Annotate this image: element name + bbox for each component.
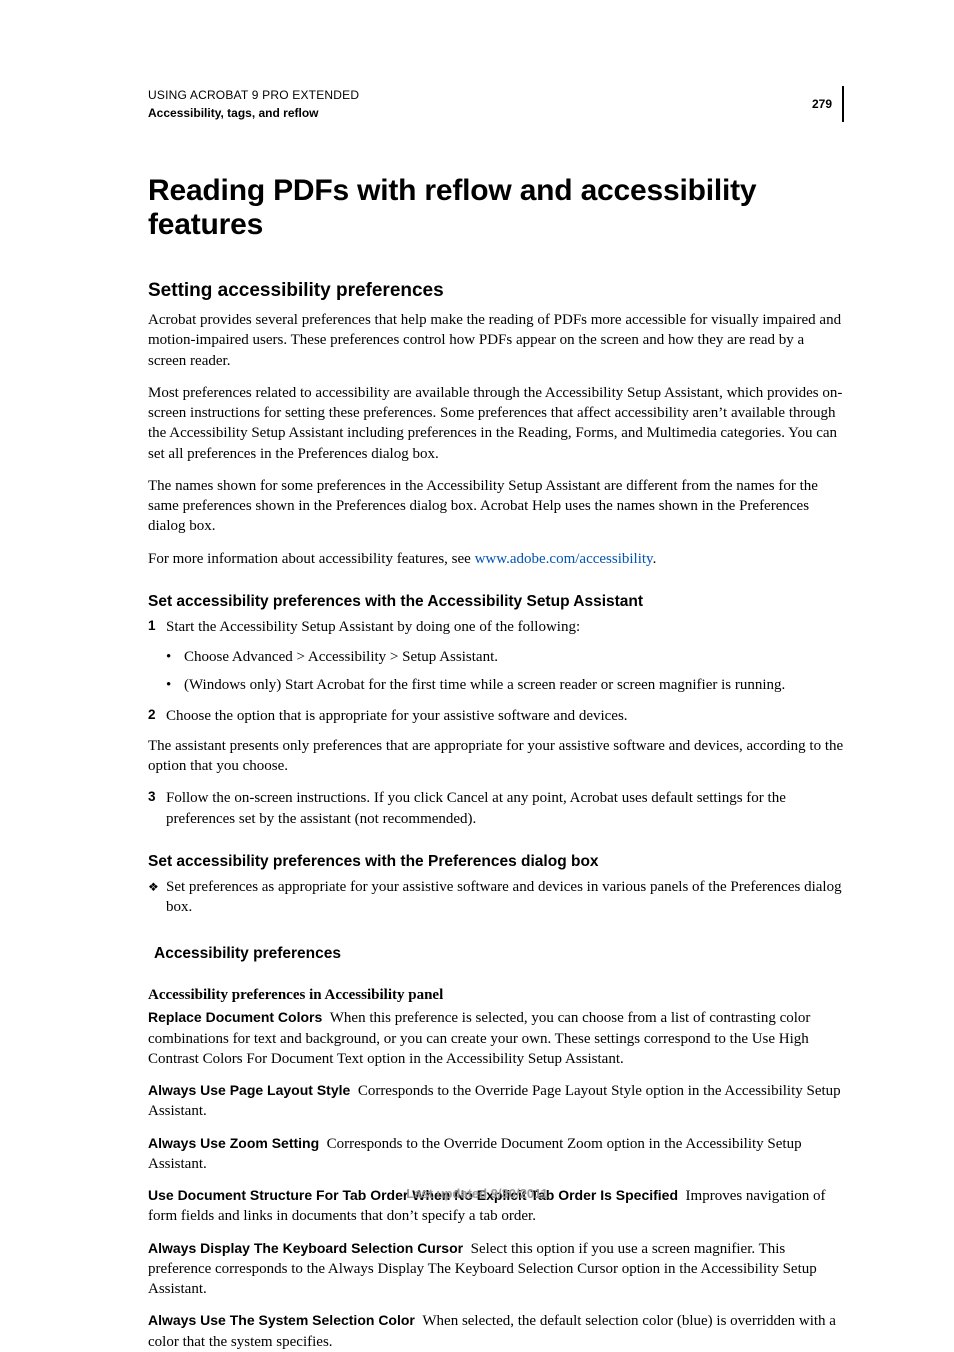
page-number-block: 279	[812, 86, 844, 122]
step-3-text: Follow the on-screen instructions. If yo…	[166, 788, 844, 829]
heading-prefs-dialog: Set accessibility preferences with the P…	[148, 853, 844, 871]
panel-title: Accessibility preferences in Accessibili…	[148, 987, 844, 1004]
footer-last-updated: Last updated 9/30/2011	[0, 1186, 954, 1201]
link-adobe-accessibility[interactable]: www.adobe.com/accessibility	[475, 551, 653, 567]
ordered-steps: 1 Start the Accessibility Setup Assistan…	[148, 617, 844, 637]
diamond-icon: ❖	[148, 877, 166, 918]
page-title: Reading PDFs with reflow and accessibili…	[148, 174, 844, 242]
def-keyboard-cursor: Always Display The Keyboard Selection Cu…	[148, 1239, 844, 1300]
def-term: Always Use Zoom Setting	[148, 1135, 319, 1151]
bullet-1: • Choose Advanced > Accessibility > Setu…	[148, 647, 844, 667]
diamond-1: ❖ Set preferences as appropriate for you…	[148, 877, 844, 918]
def-term: Replace Document Colors	[148, 1009, 322, 1025]
step-1: 1 Start the Accessibility Setup Assistan…	[148, 617, 844, 637]
heading-setting-prefs: Setting accessibility preferences	[148, 280, 844, 302]
step-marker-2: 2	[148, 706, 166, 726]
header-left: USING ACROBAT 9 PRO EXTENDED Accessibili…	[148, 86, 359, 122]
step-marker-3: 3	[148, 788, 166, 829]
step-1-text: Start the Accessibility Setup Assistant …	[166, 617, 844, 637]
def-term: Always Use Page Layout Style	[148, 1082, 350, 1098]
def-replace-colors: Replace Document Colors When this prefer…	[148, 1008, 844, 1069]
def-term: Always Display The Keyboard Selection Cu…	[148, 1240, 463, 1256]
def-term: Always Use The System Selection Color	[148, 1312, 415, 1328]
bullet-1-text: Choose Advanced > Accessibility > Setup …	[184, 647, 844, 667]
step-2: 2 Choose the option that is appropriate …	[148, 706, 844, 726]
header-section: Accessibility, tags, and reflow	[148, 104, 359, 122]
para-intro-3: The names shown for some preferences in …	[148, 476, 844, 537]
def-zoom: Always Use Zoom Setting Corresponds to t…	[148, 1134, 844, 1175]
para-assistant-note: The assistant presents only preferences …	[148, 736, 844, 777]
heading-setup-assistant: Set accessibility preferences with the A…	[148, 593, 844, 611]
diamond-list: ❖ Set preferences as appropriate for you…	[148, 877, 844, 918]
heading-accessibility-prefs: Accessibility preferences	[148, 945, 844, 963]
page-header: USING ACROBAT 9 PRO EXTENDED Accessibili…	[148, 86, 844, 122]
para-intro-4-post: .	[653, 551, 657, 567]
ordered-steps-2: 2 Choose the option that is appropriate …	[148, 706, 844, 726]
bullet-list-1: • Choose Advanced > Accessibility > Setu…	[148, 647, 844, 696]
bullet-icon: •	[166, 647, 184, 667]
def-selection-color: Always Use The System Selection Color Wh…	[148, 1311, 844, 1352]
page-number-rule	[842, 86, 844, 122]
bullet-2-text: (Windows only) Start Acrobat for the fir…	[184, 675, 844, 695]
para-intro-4-pre: For more information about accessibility…	[148, 551, 475, 567]
def-page-layout: Always Use Page Layout Style Corresponds…	[148, 1081, 844, 1122]
diamond-1-text: Set preferences as appropriate for your …	[166, 877, 844, 918]
step-marker-1: 1	[148, 617, 166, 637]
para-intro-4: For more information about accessibility…	[148, 549, 844, 569]
ordered-steps-3: 3 Follow the on-screen instructions. If …	[148, 788, 844, 829]
page: USING ACROBAT 9 PRO EXTENDED Accessibili…	[0, 0, 954, 1235]
step-3: 3 Follow the on-screen instructions. If …	[148, 788, 844, 829]
para-intro-2: Most preferences related to accessibilit…	[148, 383, 844, 464]
step-2-text: Choose the option that is appropriate fo…	[166, 706, 844, 726]
header-product: USING ACROBAT 9 PRO EXTENDED	[148, 86, 359, 104]
page-number: 279	[812, 97, 840, 111]
bullet-2: • (Windows only) Start Acrobat for the f…	[148, 675, 844, 695]
para-intro-1: Acrobat provides several preferences tha…	[148, 310, 844, 371]
bullet-icon: •	[166, 675, 184, 695]
